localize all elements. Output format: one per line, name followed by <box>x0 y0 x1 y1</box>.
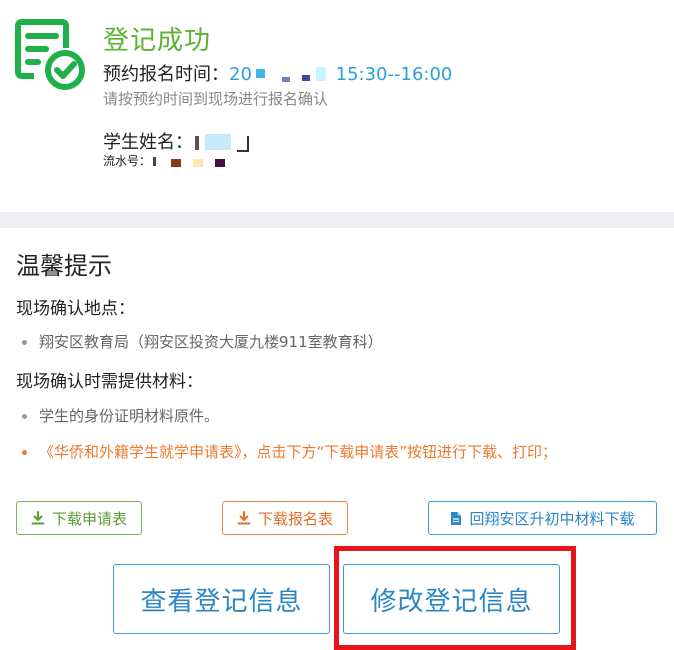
material-text: 学生的身份证明材料原件。 <box>39 407 220 425</box>
appointment-time-range: 15:30--16:00 <box>335 64 453 85</box>
bullet-dot <box>22 340 27 345</box>
appointment-time-row: 预约报名时间：20 15:30--16:00 <box>103 60 452 86</box>
edit-registration-button[interactable]: 修改登记信息 <box>343 564 560 634</box>
download-registration-form-label: 下载报名表 <box>257 509 333 528</box>
masked-student-name <box>193 134 253 152</box>
location-item: 翔安区教育局（翔安区投资大厦九楼911室教育科） <box>22 331 383 352</box>
materials-download-label: 回翔安区升初中材料下载 <box>469 509 635 528</box>
download-application-form-label: 下载申请表 <box>51 509 127 528</box>
materials-download-button[interactable]: 回翔安区升初中材料下载 <box>428 501 657 535</box>
download-registration-form-button[interactable]: 下载报名表 <box>222 501 348 535</box>
section-divider <box>0 212 674 228</box>
location-label: 现场确认地点： <box>16 299 135 319</box>
bullet-dot <box>22 450 27 455</box>
tips-section: 温馨提示 现场确认地点： 翔安区教育局（翔安区投资大厦九楼911室教育科） 现场… <box>0 228 674 650</box>
tips-title: 温馨提示 <box>16 252 112 280</box>
student-name-label: 学生姓名： <box>103 132 193 153</box>
serial-number-row: 流水号： <box>103 152 235 169</box>
view-registration-button[interactable]: 查看登记信息 <box>113 564 330 634</box>
material-item: 学生的身份证明材料原件。 <box>22 405 219 426</box>
confirm-hint: 请按预约时间到现场进行报名确认 <box>103 90 329 108</box>
location-text: 翔安区教育局（翔安区投资大厦九楼911室教育科） <box>39 333 383 351</box>
appointment-label: 预约报名时间： <box>103 64 229 85</box>
student-name-row: 学生姓名： <box>103 128 253 154</box>
success-title: 登记成功 <box>103 26 212 56</box>
appointment-date-prefix: 20 <box>229 64 252 85</box>
bullet-dot <box>22 414 27 419</box>
file-icon <box>451 511 462 525</box>
serial-label: 流水号： <box>103 154 152 168</box>
masked-date <box>252 67 330 83</box>
material-text-highlight: 《华侨和外籍学生就学申请表》，点击下方“下载申请表”按钮进行下载、打印； <box>39 443 558 461</box>
download-icon <box>31 511 45 525</box>
download-application-form-button[interactable]: 下载申请表 <box>16 501 142 535</box>
registration-success-card: 登记成功 预约报名时间：20 15:30--16:00 请按预约时间到现场进行报… <box>0 0 674 212</box>
materials-label: 现场确认时需提供材料： <box>16 372 203 392</box>
document-check-icon <box>15 19 85 90</box>
masked-serial <box>151 156 235 168</box>
material-item-highlight: 《华侨和外籍学生就学申请表》，点击下方“下载申请表”按钮进行下载、打印； <box>22 440 642 464</box>
download-icon <box>237 511 251 525</box>
